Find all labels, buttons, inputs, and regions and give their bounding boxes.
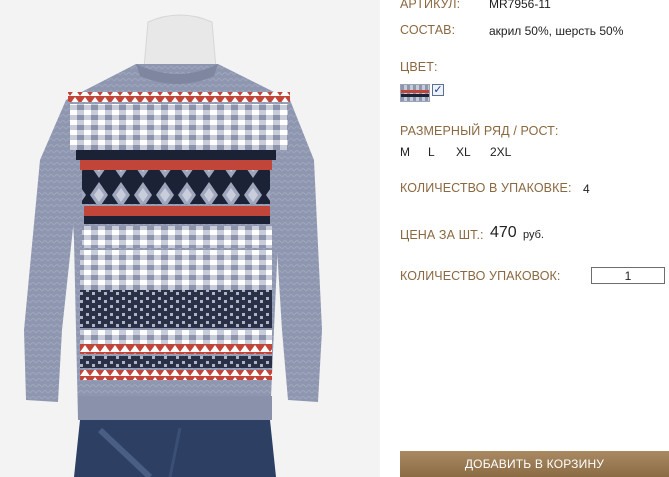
add-to-cart-button[interactable]: ДОБАВИТЬ В КОРЗИНУ — [400, 451, 669, 477]
price-value: 470 — [490, 224, 517, 241]
pack-quantity-value: 4 — [583, 182, 590, 196]
color-label: ЦВЕТ: — [400, 60, 438, 74]
color-checkbox[interactable]: ✓ — [432, 84, 444, 96]
product-photo — [0, 0, 380, 477]
article-label: АРТИКУЛ: — [400, 0, 461, 11]
size-label: РАЗМЕРНЫЙ РЯД / РОСТ: — [400, 124, 559, 138]
packs-quantity-input[interactable] — [591, 267, 665, 284]
composition-label: СОСТАВ: — [400, 23, 456, 37]
packs-quantity-label: КОЛИЧЕСТВО УПАКОВОК: — [400, 269, 561, 283]
price-label: ЦЕНА ЗА ШТ.: — [400, 228, 484, 242]
article-value: MR7956-11 — [489, 0, 551, 11]
pack-quantity-label: КОЛИЧЕСТВО В УПАКОВКЕ: — [400, 181, 572, 195]
composition-value: акрил 50%, шерсть 50% — [489, 24, 624, 38]
size-option: M — [400, 145, 410, 159]
size-option: XL — [456, 145, 471, 159]
price-currency: руб. — [523, 229, 544, 241]
size-option: L — [428, 145, 435, 159]
size-option: 2XL — [490, 145, 512, 159]
sweater-image — [24, 14, 322, 477]
color-swatch[interactable] — [400, 84, 430, 102]
